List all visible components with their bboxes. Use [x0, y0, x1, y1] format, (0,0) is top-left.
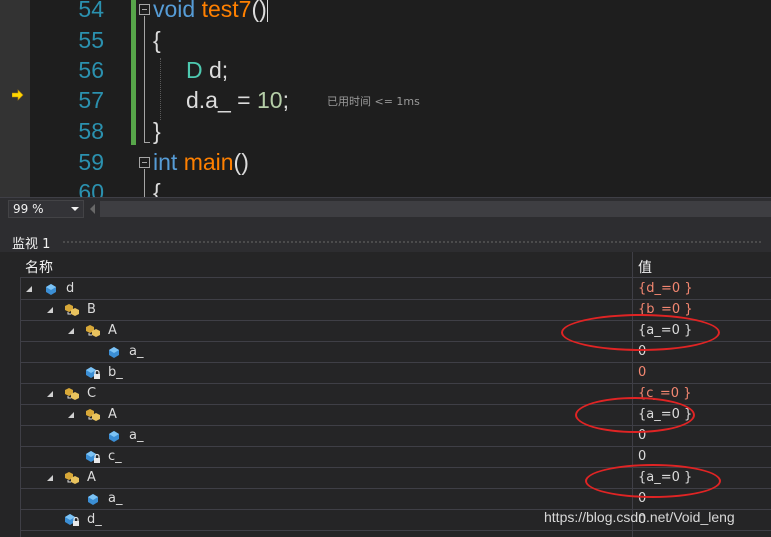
- column-header-name[interactable]: 名称: [25, 257, 53, 277]
- line-number: 56: [78, 57, 104, 83]
- scroll-left-icon[interactable]: [90, 204, 95, 214]
- annotation-ellipse: [561, 314, 720, 351]
- watch-column-header: 名称 值: [20, 252, 771, 278]
- code-token: ;: [282, 87, 289, 113]
- watch-row-name: B: [87, 302, 96, 317]
- watch-row-name: a_: [129, 344, 144, 359]
- watch-row-name: c_: [108, 449, 122, 464]
- code-token: int: [153, 149, 178, 175]
- expander-arrow-icon[interactable]: [47, 475, 53, 481]
- code-token: {: [153, 27, 161, 53]
- code-editor[interactable]: 54 55 56 57 58 59 60 void test7(){D d; d.a_ = 1…: [0, 0, 771, 197]
- base-class-icon: [86, 409, 100, 421]
- collapse-toggle-icon[interactable]: [139, 157, 150, 168]
- zoom-value: 99 %: [13, 202, 44, 216]
- perf-tip: 已用时间 <= 1ms: [327, 95, 420, 108]
- horizontal-scrollbar[interactable]: [100, 201, 771, 217]
- text-caret: [266, 0, 268, 22]
- watch-row-name: A: [87, 470, 96, 485]
- code-line[interactable]: }: [153, 118, 161, 145]
- code-token: void: [153, 0, 196, 22]
- watch-row-name: a_: [108, 491, 123, 506]
- watch-row-value[interactable]: {d_=0 }: [638, 281, 693, 296]
- line-number: 59: [78, 149, 104, 175]
- base-class-icon: [86, 325, 100, 337]
- editor-status-bar: 99 %: [0, 197, 771, 219]
- indent-guide: [160, 58, 161, 120]
- collapse-toggle-icon[interactable]: [139, 4, 150, 15]
- code-line[interactable]: D d;: [186, 57, 228, 84]
- watch-row-name: d: [66, 281, 75, 296]
- watch-row-name: d_: [87, 512, 102, 527]
- code-token: }: [153, 118, 161, 144]
- watch-row-name: b_: [108, 365, 123, 380]
- watch-row-value[interactable]: 0: [638, 449, 646, 464]
- line-number: 54: [78, 0, 104, 22]
- current-statement-arrow-icon: [12, 89, 24, 101]
- base-class-icon: [65, 472, 79, 484]
- fold-guide-line: [144, 16, 145, 143]
- watch-window-title: 监视 1: [12, 237, 51, 252]
- expander-arrow-icon[interactable]: [26, 286, 32, 292]
- line-number: 55: [78, 27, 104, 53]
- line-number: 57: [78, 87, 104, 113]
- expander-arrow-icon[interactable]: [47, 391, 53, 397]
- watch-row[interactable]: b_ 0: [20, 363, 771, 384]
- field-icon: [88, 494, 98, 505]
- code-line[interactable]: {: [153, 27, 161, 54]
- expander-arrow-icon[interactable]: [68, 328, 74, 334]
- watermark: https://blog.csdn.net/Void_leng: [544, 509, 735, 525]
- annotation-ellipse: [585, 464, 721, 498]
- expander-arrow-icon[interactable]: [47, 307, 53, 313]
- watch-row-value[interactable]: 0: [638, 365, 646, 380]
- code-line[interactable]: d.a_ = 10;: [186, 87, 289, 114]
- base-class-icon: [65, 388, 79, 400]
- dropdown-arrow-icon: [71, 207, 79, 211]
- watch-row[interactable]: d {d_=0 }: [20, 279, 771, 300]
- annotation-ellipse: [575, 397, 695, 433]
- field-icon: [109, 431, 119, 442]
- base-class-icon: [65, 304, 79, 316]
- expander-arrow-icon[interactable]: [68, 412, 74, 418]
- private-field-icon: [86, 367, 100, 379]
- code-token: d.a_ =: [186, 87, 257, 113]
- code-token: (): [251, 0, 267, 22]
- fold-guide-line: [144, 169, 145, 197]
- code-token: {: [153, 179, 161, 197]
- code-token: (): [233, 149, 249, 175]
- zoom-dropdown[interactable]: 99 %: [8, 200, 84, 218]
- column-header-value[interactable]: 值: [638, 257, 652, 277]
- title-grip: [62, 240, 763, 245]
- watch-row-name: A: [108, 407, 117, 422]
- line-number: 60: [78, 179, 104, 197]
- code-line[interactable]: int main(): [153, 149, 249, 176]
- watch-row-name: A: [108, 323, 117, 338]
- code-token: 10: [256, 87, 283, 113]
- code-line[interactable]: {: [153, 179, 161, 197]
- line-number: 58: [78, 118, 104, 144]
- object-icon: [46, 284, 56, 295]
- code-line[interactable]: void test7(): [153, 0, 268, 23]
- private-field-icon: [86, 451, 100, 463]
- code-token: d;: [202, 57, 229, 83]
- fold-guide-end: [144, 142, 150, 143]
- pane-splitter[interactable]: [0, 219, 771, 231]
- watch-window-title-bar[interactable]: 监视 1: [0, 231, 771, 252]
- code-token: test7: [201, 0, 252, 22]
- change-tracking-bar: [131, 0, 136, 145]
- private-field-icon: [65, 514, 79, 526]
- code-token: D: [186, 57, 203, 83]
- code-token: main: [183, 149, 234, 175]
- watch-row-name: a_: [129, 428, 144, 443]
- column-divider[interactable]: [632, 252, 633, 278]
- field-icon: [109, 347, 119, 358]
- watch-row-name: C: [87, 386, 97, 401]
